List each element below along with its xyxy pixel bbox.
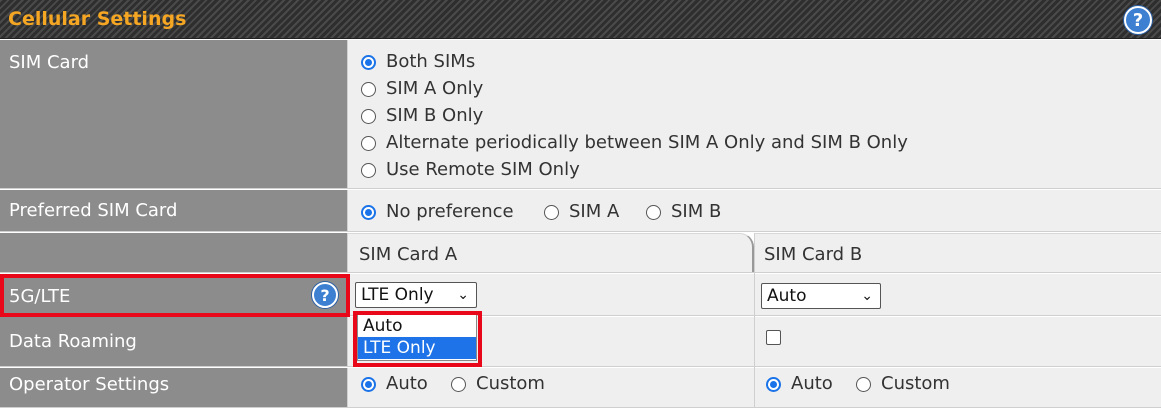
radio-button[interactable]	[361, 81, 376, 97]
chevron-down-icon: ⌄	[861, 288, 873, 304]
operator-settings-label-cell: Operator Settings	[0, 368, 348, 407]
sim-b-operator-custom-radio[interactable]: Custom	[856, 373, 950, 394]
network-mode-dropdown-list[interactable]: Auto LTE Only	[357, 314, 477, 361]
radio-button[interactable]	[856, 376, 871, 392]
columns-label-cell	[0, 233, 348, 272]
network-mode-row: 5G/LTE ? LTE Only ⌄ Auto ⌄	[0, 274, 1161, 316]
sim-b-network-mode-select[interactable]: Auto ⌄	[761, 283, 881, 309]
radio-button[interactable]	[361, 108, 376, 124]
radio-sim-a[interactable]: SIM A	[544, 201, 619, 222]
radio-button[interactable]	[361, 204, 376, 220]
radio-button[interactable]	[544, 204, 559, 220]
sim-card-label-cell: SIM Card	[0, 40, 348, 188]
sim-a-operator-auto-radio[interactable]: Auto	[361, 373, 428, 394]
radio-button[interactable]	[361, 54, 376, 70]
radio-button[interactable]	[361, 135, 376, 151]
radio-alternate-sims[interactable]: Alternate periodically between SIM A Onl…	[361, 132, 908, 153]
radio-button[interactable]	[766, 376, 781, 392]
sim-a-operator-custom-radio[interactable]: Custom	[451, 373, 545, 394]
network-mode-label-cell: 5G/LTE ?	[0, 274, 348, 315]
section-title: Cellular Settings	[8, 8, 187, 30]
radio-button[interactable]	[451, 376, 466, 392]
sim-columns-header-row: SIM Card A SIM Card B	[0, 233, 1161, 273]
radio-button[interactable]	[361, 162, 376, 178]
preferred-sim-row: Preferred SIM Card No preference SIM A S…	[0, 190, 1161, 232]
sim-card-row: SIM Card Both SIMs SIM A Only SIM B Only…	[0, 40, 1161, 189]
help-icon[interactable]: ?	[1124, 6, 1152, 34]
cellular-settings-header: Cellular Settings ?	[0, 0, 1161, 39]
radio-sim-a-only[interactable]: SIM A Only	[361, 78, 483, 99]
radio-sim-b[interactable]: SIM B	[646, 201, 721, 222]
sim-card-b-column-header: SIM Card B	[754, 233, 1161, 272]
preferred-sim-label-cell: Preferred SIM Card	[0, 190, 348, 231]
sim-card-a-column-header: SIM Card A	[348, 233, 754, 272]
operator-settings-row: Operator Settings Auto Custom Auto Custo…	[0, 368, 1161, 408]
help-icon[interactable]: ?	[312, 282, 338, 308]
column-divider	[754, 233, 755, 408]
radio-sim-b-only[interactable]: SIM B Only	[361, 105, 483, 126]
chevron-down-icon: ⌄	[457, 287, 469, 303]
data-roaming-label-cell: Data Roaming	[0, 317, 348, 366]
radio-button[interactable]	[646, 204, 661, 220]
dropdown-option-lte-only[interactable]: LTE Only	[358, 337, 476, 359]
data-roaming-label: Data Roaming	[9, 331, 137, 352]
sim-card-label: SIM Card	[9, 52, 90, 73]
dropdown-option-auto[interactable]: Auto	[358, 315, 476, 337]
preferred-sim-options: No preference SIM A SIM B	[348, 190, 1161, 231]
network-mode-label: 5G/LTE	[9, 286, 71, 307]
preferred-sim-label: Preferred SIM Card	[9, 200, 178, 221]
sim-b-operator-auto-radio[interactable]: Auto	[766, 373, 833, 394]
sim-card-options: Both SIMs SIM A Only SIM B Only Alternat…	[348, 40, 1161, 188]
radio-remote-sim-only[interactable]: Use Remote SIM Only	[361, 159, 580, 180]
sim-b-data-roaming-checkbox[interactable]	[766, 330, 781, 345]
operator-settings-label: Operator Settings	[9, 374, 170, 395]
sim-a-network-mode-select[interactable]: LTE Only ⌄	[355, 282, 477, 308]
radio-no-preference[interactable]: No preference	[361, 201, 514, 222]
data-roaming-row: Data Roaming	[0, 317, 1161, 367]
radio-button[interactable]	[361, 376, 376, 392]
radio-both-sims[interactable]: Both SIMs	[361, 51, 475, 72]
